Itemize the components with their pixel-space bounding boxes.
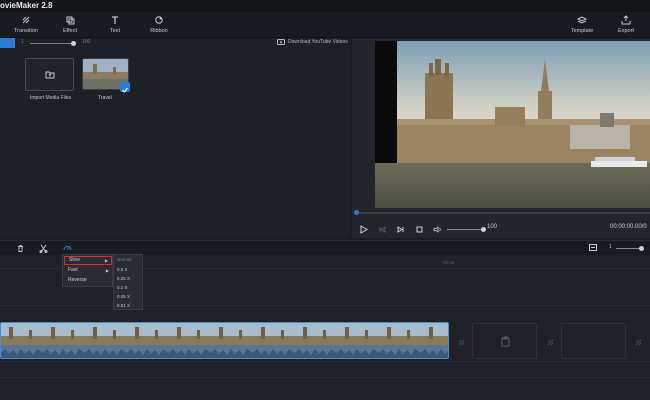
speed-option[interactable]: 0.1 X [117, 285, 128, 290]
speed-option[interactable]: 0.25 X [117, 276, 130, 281]
selected-check-icon [120, 82, 130, 93]
speed-option[interactable]: 0.5 X [117, 267, 128, 272]
submenu-arrow-icon: ▶ [104, 258, 108, 263]
empty-clip-slot[interactable] [472, 323, 537, 359]
transition-slot-icon[interactable] [457, 338, 466, 347]
menu-item-slow[interactable]: Slow ▶ [64, 256, 112, 265]
volume-handle[interactable] [481, 227, 486, 232]
playback-timecode: 00:00:00.00/0 [610, 224, 647, 230]
timeline-video-clip[interactable] [0, 322, 449, 359]
menu-item-label: Slow [69, 257, 80, 263]
video-preview [375, 41, 650, 208]
timeline-zoom-label: 1 [609, 244, 612, 250]
export-label: Export [618, 28, 634, 34]
fit-timeline-icon[interactable] [589, 244, 597, 251]
volume-button[interactable] [431, 223, 443, 235]
submenu-arrow-icon: ▶ [105, 268, 109, 273]
preview-panel: 100 00:00:00.00/0 [352, 38, 650, 238]
menu-item-fast[interactable]: Fast ▶ [64, 266, 112, 275]
template-icon [577, 16, 587, 24]
thumb-zoom-slider[interactable] [30, 43, 74, 44]
clip-name-label: Travel [98, 95, 112, 101]
track-divider [0, 305, 650, 306]
menu-item-label: Reverse [68, 277, 87, 283]
stop-icon [416, 226, 422, 232]
timeline-edit-bar: 1 [0, 240, 650, 255]
ribbon-button[interactable]: Ribbon [139, 15, 179, 34]
skip-back-icon [379, 225, 385, 233]
speed-option[interactable]: 0.05 X [117, 294, 130, 299]
skip-forward-icon [397, 225, 403, 233]
slow-speed-submenu: Normal 0.5 X 0.25 X 0.1 X 0.05 X 0.01 X [113, 254, 143, 310]
thumb-zoom-min-label: 1 [21, 39, 24, 45]
next-frame-button[interactable] [394, 223, 406, 235]
playback-progress-track[interactable] [355, 212, 650, 214]
media-library-panel: 1 100 Download YouTube Videos Import Med… [0, 38, 350, 238]
empty-clip-slot[interactable] [561, 323, 626, 359]
download-icon [277, 39, 285, 45]
transition-label: Transition [14, 28, 38, 34]
effect-icon [66, 16, 75, 25]
submenu-header: Normal [117, 257, 132, 262]
download-youtube-label: Download YouTube Videos [288, 39, 348, 45]
cut-icon[interactable] [39, 244, 48, 253]
speed-option[interactable]: 0.01 X [117, 303, 130, 308]
volume-slider[interactable] [447, 229, 483, 230]
title-bar: ovieMaker 2.8 [0, 0, 650, 12]
main-toolbar: Transition Effect Text Ribbon Template E… [0, 12, 650, 38]
speed-menu: Slow ▶ Fast ▶ Reverse [62, 254, 113, 287]
import-media-tile[interactable] [25, 58, 74, 91]
transition-icon [22, 16, 30, 24]
playback-progress-handle[interactable] [354, 210, 359, 215]
transition-button[interactable]: Transition [6, 15, 46, 34]
transition-slot-icon[interactable] [634, 338, 643, 347]
import-media-label: Import Media Files [30, 95, 72, 101]
clip-filmstrip [1, 323, 448, 358]
export-icon [621, 15, 631, 25]
effect-label: Effect [63, 28, 77, 34]
thumb-zoom-max-label: 100 [82, 39, 91, 45]
ribbon-label: Ribbon [150, 28, 168, 34]
track-divider [0, 361, 650, 362]
transition-slot-icon[interactable] [546, 338, 555, 347]
menu-item-reverse[interactable]: Reverse [64, 276, 112, 285]
media-tab-marker[interactable] [0, 38, 15, 48]
volume-value: 100 [487, 224, 498, 230]
app-title: ovieMaker 2.8 [0, 1, 53, 10]
stop-button[interactable] [413, 223, 425, 235]
effect-button[interactable]: Effect [50, 15, 90, 34]
track-divider [0, 377, 650, 378]
folder-icon [45, 71, 55, 79]
volume-icon [433, 225, 441, 233]
ribbon-icon [155, 16, 163, 24]
template-label: Template [570, 28, 594, 34]
clipboard-icon [501, 336, 510, 347]
speed-icon[interactable] [63, 244, 72, 253]
export-button[interactable]: Export [606, 15, 646, 34]
play-button[interactable] [358, 223, 370, 235]
preview-frame [375, 41, 650, 208]
delete-icon[interactable] [16, 244, 25, 253]
menu-item-label: Fast [68, 267, 78, 273]
text-icon [112, 16, 118, 24]
text-label: Text [109, 28, 121, 34]
download-youtube-button[interactable]: Download YouTube Videos [277, 39, 348, 45]
timeline-zoom-handle[interactable] [639, 246, 644, 251]
play-icon [360, 224, 368, 234]
text-button[interactable]: Text [95, 15, 135, 34]
previous-frame-button[interactable] [376, 223, 388, 235]
template-button[interactable]: Template [562, 15, 602, 34]
thumb-zoom-handle[interactable] [71, 41, 76, 46]
ruler-time-label: 00:45 [443, 260, 455, 265]
